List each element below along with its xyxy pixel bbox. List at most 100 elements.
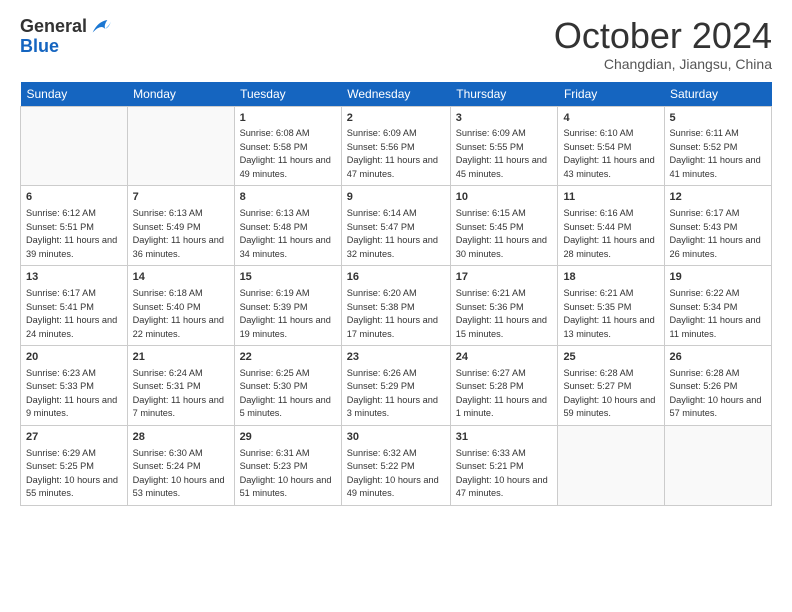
day-number: 23: [347, 350, 445, 365]
day-number: 2: [347, 111, 445, 126]
day-number: 24: [456, 350, 553, 365]
week-row-4: 20Sunrise: 6:23 AMSunset: 5:33 PMDayligh…: [21, 346, 772, 426]
day-cell: [127, 106, 234, 186]
day-info: Sunrise: 6:10 AMSunset: 5:54 PMDaylight:…: [563, 128, 654, 179]
day-cell: 31 Sunrise: 6:33 AMSunset: 5:21 PMDayligh…: [450, 425, 558, 505]
day-info: Sunrise: 6:23 AMSunset: 5:33 PMDaylight:…: [26, 368, 117, 419]
week-row-3: 13 Sunrise: 6:17 AMSunset: 5:41 PMDayligh…: [21, 266, 772, 346]
logo-blue: Blue: [20, 36, 111, 57]
day-info: Sunrise: 6:25 AMSunset: 5:30 PMDaylight:…: [240, 368, 331, 419]
day-info: Sunrise: 6:29 AMSunset: 5:25 PMDaylight:…: [26, 448, 118, 499]
header-row: SundayMondayTuesdayWednesdayThursdayFrid…: [21, 82, 772, 107]
day-number: 18: [563, 270, 658, 285]
day-cell: [664, 425, 772, 505]
day-number: 10: [456, 190, 553, 205]
logo: General Blue: [20, 16, 111, 57]
day-cell: 25 Sunrise: 6:28 AMSunset: 5:27 PMDayligh…: [558, 346, 664, 426]
day-info: Sunrise: 6:22 AMSunset: 5:34 PMDaylight:…: [670, 288, 761, 339]
title-block: October 2024 Changdian, Jiangsu, China: [554, 16, 772, 72]
day-info: Sunrise: 6:09 AMSunset: 5:55 PMDaylight:…: [456, 128, 547, 179]
day-info: Sunrise: 6:33 AMSunset: 5:21 PMDaylight:…: [456, 448, 548, 499]
day-info: Sunrise: 6:19 AMSunset: 5:39 PMDaylight:…: [240, 288, 331, 339]
day-info: Sunrise: 6:17 AMSunset: 5:43 PMDaylight:…: [670, 208, 761, 259]
day-cell: 17 Sunrise: 6:21 AMSunset: 5:36 PMDayligh…: [450, 266, 558, 346]
day-number: 13: [26, 270, 122, 285]
day-cell: 23 Sunrise: 6:26 AMSunset: 5:29 PMDayligh…: [341, 346, 450, 426]
day-cell: 28 Sunrise: 6:30 AMSunset: 5:24 PMDayligh…: [127, 425, 234, 505]
day-info: Sunrise: 6:11 AMSunset: 5:52 PMDaylight:…: [670, 128, 761, 179]
week-row-5: 27 Sunrise: 6:29 AMSunset: 5:25 PMDayligh…: [21, 425, 772, 505]
day-number: 29: [240, 430, 336, 445]
day-info: Sunrise: 6:21 AMSunset: 5:35 PMDaylight:…: [563, 288, 654, 339]
day-info: Sunrise: 6:24 AMSunset: 5:31 PMDaylight:…: [133, 368, 224, 419]
day-cell: 18 Sunrise: 6:21 AMSunset: 5:35 PMDayligh…: [558, 266, 664, 346]
col-header-wednesday: Wednesday: [341, 82, 450, 107]
day-info: Sunrise: 6:09 AMSunset: 5:56 PMDaylight:…: [347, 128, 438, 179]
logo-text: General: [20, 17, 87, 37]
day-number: 3: [456, 111, 553, 126]
day-info: Sunrise: 6:26 AMSunset: 5:29 PMDaylight:…: [347, 368, 438, 419]
day-info: Sunrise: 6:20 AMSunset: 5:38 PMDaylight:…: [347, 288, 438, 339]
day-cell: 15 Sunrise: 6:19 AMSunset: 5:39 PMDayligh…: [234, 266, 341, 346]
day-number: 31: [456, 430, 553, 445]
col-header-monday: Monday: [127, 82, 234, 107]
day-cell: 12Sunrise: 6:17 AMSunset: 5:43 PMDayligh…: [664, 186, 772, 266]
day-number: 14: [133, 270, 229, 285]
day-number: 1: [240, 111, 336, 126]
page: General Blue October 2024 Changdian, Jia…: [0, 0, 792, 612]
col-header-thursday: Thursday: [450, 82, 558, 107]
day-info: Sunrise: 6:31 AMSunset: 5:23 PMDaylight:…: [240, 448, 332, 499]
day-info: Sunrise: 6:12 AMSunset: 5:51 PMDaylight:…: [26, 208, 117, 259]
day-cell: [558, 425, 664, 505]
day-number: 17: [456, 270, 553, 285]
day-cell: 5 Sunrise: 6:11 AMSunset: 5:52 PMDaylight…: [664, 106, 772, 186]
day-info: Sunrise: 6:08 AMSunset: 5:58 PMDaylight:…: [240, 128, 331, 179]
day-info: Sunrise: 6:17 AMSunset: 5:41 PMDaylight:…: [26, 288, 117, 339]
col-header-friday: Friday: [558, 82, 664, 107]
day-number: 28: [133, 430, 229, 445]
day-cell: 9 Sunrise: 6:14 AMSunset: 5:47 PMDaylight…: [341, 186, 450, 266]
day-number: 4: [563, 111, 658, 126]
day-number: 7: [133, 190, 229, 205]
day-cell: 7Sunrise: 6:13 AMSunset: 5:49 PMDaylight…: [127, 186, 234, 266]
day-cell: 8Sunrise: 6:13 AMSunset: 5:48 PMDaylight…: [234, 186, 341, 266]
day-cell: 20Sunrise: 6:23 AMSunset: 5:33 PMDayligh…: [21, 346, 128, 426]
week-row-1: 1 Sunrise: 6:08 AMSunset: 5:58 PMDaylight…: [21, 106, 772, 186]
day-info: Sunrise: 6:21 AMSunset: 5:36 PMDaylight:…: [456, 288, 547, 339]
day-info: Sunrise: 6:28 AMSunset: 5:27 PMDaylight:…: [563, 368, 655, 419]
day-cell: 30 Sunrise: 6:32 AMSunset: 5:22 PMDayligh…: [341, 425, 450, 505]
day-number: 19: [670, 270, 767, 285]
day-info: Sunrise: 6:16 AMSunset: 5:44 PMDaylight:…: [563, 208, 654, 259]
col-header-saturday: Saturday: [664, 82, 772, 107]
day-cell: 10Sunrise: 6:15 AMSunset: 5:45 PMDayligh…: [450, 186, 558, 266]
day-cell: 3 Sunrise: 6:09 AMSunset: 5:55 PMDaylight…: [450, 106, 558, 186]
day-number: 30: [347, 430, 445, 445]
day-cell: 29 Sunrise: 6:31 AMSunset: 5:23 PMDayligh…: [234, 425, 341, 505]
day-number: 8: [240, 190, 336, 205]
day-number: 5: [670, 111, 767, 126]
day-cell: 24Sunrise: 6:27 AMSunset: 5:28 PMDayligh…: [450, 346, 558, 426]
day-number: 9: [347, 190, 445, 205]
day-cell: [21, 106, 128, 186]
day-number: 27: [26, 430, 122, 445]
col-header-sunday: Sunday: [21, 82, 128, 107]
day-number: 6: [26, 190, 122, 205]
week-row-2: 6 Sunrise: 6:12 AMSunset: 5:51 PMDaylight…: [21, 186, 772, 266]
day-cell: 22Sunrise: 6:25 AMSunset: 5:30 PMDayligh…: [234, 346, 341, 426]
day-cell: 11Sunrise: 6:16 AMSunset: 5:44 PMDayligh…: [558, 186, 664, 266]
day-cell: 14 Sunrise: 6:18 AMSunset: 5:40 PMDayligh…: [127, 266, 234, 346]
day-info: Sunrise: 6:18 AMSunset: 5:40 PMDaylight:…: [133, 288, 224, 339]
day-number: 26: [670, 350, 767, 365]
day-cell: 26Sunrise: 6:28 AMSunset: 5:26 PMDayligh…: [664, 346, 772, 426]
month-title: October 2024: [554, 16, 772, 56]
day-cell: 21Sunrise: 6:24 AMSunset: 5:31 PMDayligh…: [127, 346, 234, 426]
location: Changdian, Jiangsu, China: [554, 56, 772, 72]
day-number: 25: [563, 350, 658, 365]
day-number: 15: [240, 270, 336, 285]
day-info: Sunrise: 6:32 AMSunset: 5:22 PMDaylight:…: [347, 448, 439, 499]
header: General Blue October 2024 Changdian, Jia…: [20, 16, 772, 72]
day-info: Sunrise: 6:14 AMSunset: 5:47 PMDaylight:…: [347, 208, 438, 259]
calendar-table: SundayMondayTuesdayWednesdayThursdayFrid…: [20, 82, 772, 506]
day-info: Sunrise: 6:30 AMSunset: 5:24 PMDaylight:…: [133, 448, 225, 499]
day-cell: 2 Sunrise: 6:09 AMSunset: 5:56 PMDaylight…: [341, 106, 450, 186]
